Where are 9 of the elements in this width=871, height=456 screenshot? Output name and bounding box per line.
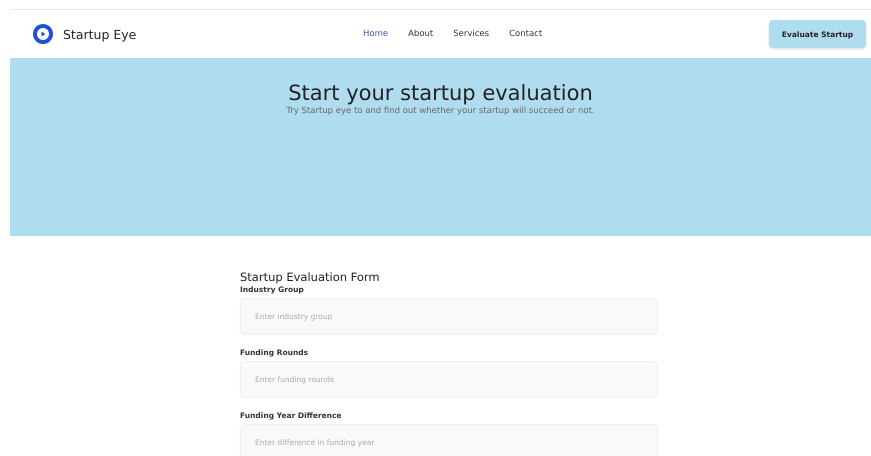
hero-title: Start your startup evaluation xyxy=(288,81,593,105)
hero-subtitle: Try Startup eye to and find out whether your startup will succeed or not. xyxy=(286,106,595,116)
nav-link[interactable]: Contact xyxy=(509,29,542,39)
play-logo-icon xyxy=(33,24,53,44)
form-title: Startup Evaluation Form xyxy=(240,270,381,284)
nav-link[interactable]: Home xyxy=(363,29,388,39)
nav-link[interactable]: About xyxy=(408,29,434,39)
brand-name: Startup Eye xyxy=(63,26,136,42)
nav-link[interactable]: Services xyxy=(453,29,490,39)
